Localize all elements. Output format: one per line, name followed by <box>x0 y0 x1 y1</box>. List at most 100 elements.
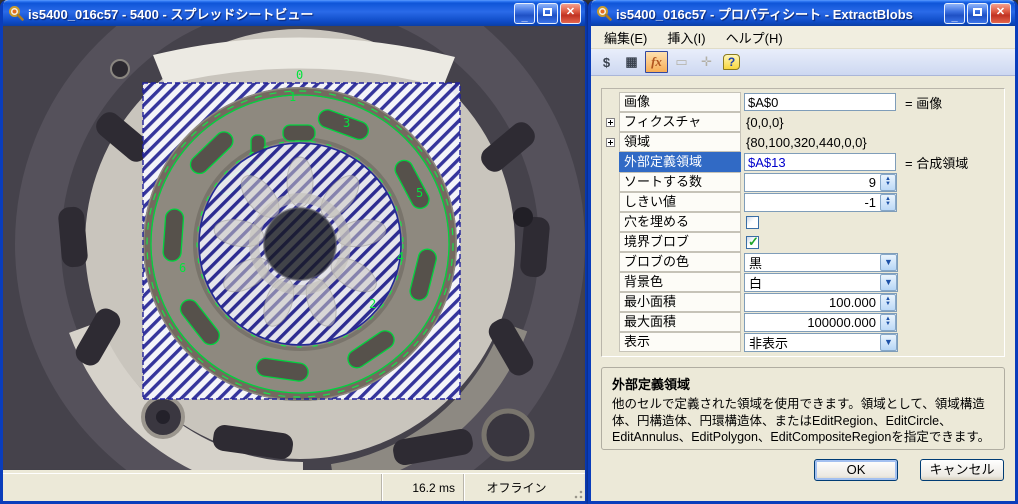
edit-region-icon: ▭ <box>675 54 687 70</box>
number-input[interactable] <box>745 174 880 191</box>
clutch-image: 0135462 <box>3 26 585 470</box>
property-row-9[interactable]: 背景色白▼ <box>602 272 1004 292</box>
property-value: ▲▼ <box>741 193 1004 212</box>
spinner-buttons[interactable]: ▲▼ <box>880 174 896 191</box>
property-value: ▲▼ <box>741 293 1004 312</box>
checkbox[interactable] <box>746 236 759 249</box>
left-titlebar[interactable]: is5400_016c57 - 5400 - スプレッドシートビュー _ ✕ <box>3 0 585 26</box>
number-field: ▲▼ <box>744 193 897 212</box>
close-button[interactable]: ✕ <box>990 3 1011 24</box>
menu-bar: 編集(E)挿入(I)ヘルプ(H) <box>591 26 1015 49</box>
offline-status: オフライン <box>486 479 546 496</box>
edit-region-button: ▭ <box>670 51 693 73</box>
dropdown-value: 黒 <box>745 253 880 272</box>
checkbox[interactable] <box>746 216 759 229</box>
expand-icon[interactable] <box>606 118 615 127</box>
status-message-panel <box>3 474 381 501</box>
property-label: 境界ブロブ <box>619 232 741 252</box>
property-value: ▲▼ <box>741 313 1004 332</box>
property-row-8[interactable]: ブロブの色黒▼ <box>602 252 1004 272</box>
cell-reference-input[interactable] <box>744 153 896 171</box>
spinner-buttons[interactable]: ▲▼ <box>880 314 896 331</box>
help-button[interactable]: ? <box>720 51 743 73</box>
property-row-2[interactable]: 領域{80,100,320,440,0,0} <box>602 132 1004 152</box>
menu-item-help[interactable]: ヘルプ(H) <box>717 26 792 49</box>
mode-panel: オフライン <box>463 474 569 501</box>
blob-label-2: 2 <box>369 297 376 311</box>
right-window-title: is5400_016c57 - プロパティシート - ExtractBlobs <box>616 4 944 23</box>
number-field: ▲▼ <box>744 173 897 192</box>
blob-label-0: 0 <box>296 68 303 82</box>
expand-view-icon: ✛ <box>701 54 712 70</box>
cell-reference-input[interactable] <box>744 93 896 111</box>
resize-grip[interactable] <box>569 474 585 501</box>
static-value: {0,0,0} <box>744 115 784 130</box>
dropdown[interactable]: 白▼ <box>744 273 898 292</box>
minimize-button[interactable]: _ <box>514 3 535 24</box>
number-input[interactable] <box>745 194 880 211</box>
property-label: ソートする数 <box>619 172 741 192</box>
property-row-6[interactable]: 穴を埋める <box>602 212 1004 232</box>
spreadsheet-view-window: is5400_016c57 - 5400 - スプレッドシートビュー _ ✕ <box>0 0 588 504</box>
blob-label-3: 3 <box>343 116 350 130</box>
property-value: 黒▼ <box>741 253 1004 272</box>
property-row-12[interactable]: 表示非表示▼ <box>602 332 1004 352</box>
dropdown[interactable]: 黒▼ <box>744 253 898 272</box>
spreadsheet-grid-button[interactable]: ▦ <box>620 51 643 73</box>
number-field: ▲▼ <box>744 293 897 312</box>
timing-panel: 16.2 ms <box>381 474 463 501</box>
property-row-4[interactable]: ソートする数 ▲▼ <box>602 172 1004 192</box>
dropdown[interactable]: 非表示▼ <box>744 333 898 352</box>
row-gutter <box>602 118 619 127</box>
insert-function-button[interactable]: fx <box>645 51 668 73</box>
ok-button[interactable]: OK <box>814 459 898 481</box>
number-input[interactable] <box>745 314 880 331</box>
minimize-button[interactable]: _ <box>944 3 965 24</box>
maximize-button[interactable] <box>967 3 988 24</box>
menu-item-edit[interactable]: 編集(E) <box>595 26 656 49</box>
expand-icon[interactable] <box>606 138 615 147</box>
spinner-buttons[interactable]: ▲▼ <box>880 194 896 211</box>
property-value: 非表示▼ <box>741 333 1004 352</box>
property-sheet-window: is5400_016c57 - プロパティシート - ExtractBlobs … <box>588 0 1018 504</box>
close-button[interactable]: ✕ <box>560 3 581 24</box>
row-gutter <box>602 138 619 147</box>
property-grid: 画像= 画像フィクスチャ{0,0,0}領域{80,100,320,440,0,0… <box>601 88 1005 357</box>
expand-view-button: ✛ <box>695 51 718 73</box>
property-row-1[interactable]: フィクスチャ{0,0,0} <box>602 112 1004 132</box>
property-row-3[interactable]: 外部定義領域 = 合成領域 <box>602 152 1004 172</box>
magnifier-icon <box>8 5 24 21</box>
property-row-11[interactable]: 最大面積 ▲▼ <box>602 312 1004 332</box>
property-row-10[interactable]: 最小面積▲▼ <box>602 292 1004 312</box>
property-row-5[interactable]: しきい値▲▼ <box>602 192 1004 212</box>
vision-image-canvas[interactable]: 0135462 <box>3 26 585 470</box>
property-label: 最大面積 <box>619 312 741 332</box>
property-value: {0,0,0} <box>741 115 1004 130</box>
property-row-7[interactable]: 境界ブロブ <box>602 232 1004 252</box>
chevron-down-icon[interactable]: ▼ <box>880 254 897 271</box>
status-bar: 16.2 ms オフライン <box>3 473 585 501</box>
spinner-buttons[interactable]: ▲▼ <box>880 294 896 311</box>
result-suffix: = 合成領域 <box>905 153 968 172</box>
property-label: 表示 <box>619 332 741 352</box>
description-panel: 外部定義領域 他のセルで定義された領域を使用できます。領域として、領域構造体、円… <box>601 367 1005 450</box>
property-row-0[interactable]: 画像= 画像 <box>602 92 1004 112</box>
chevron-down-icon[interactable]: ▼ <box>880 334 897 351</box>
number-input[interactable] <box>745 294 880 311</box>
property-label: 外部定義領域 <box>619 152 741 172</box>
property-value: 白▼ <box>741 273 1004 292</box>
blob-label-1: 1 <box>289 90 296 104</box>
property-label: 領域 <box>619 132 741 152</box>
blob-label-6: 6 <box>179 261 186 275</box>
property-value: = 画像 <box>741 93 1004 112</box>
menu-item-insert[interactable]: 挿入(I) <box>658 26 714 49</box>
right-titlebar[interactable]: is5400_016c57 - プロパティシート - ExtractBlobs … <box>591 0 1015 26</box>
property-label: 穴を埋める <box>619 212 741 232</box>
cancel-button[interactable]: キャンセル <box>920 459 1004 481</box>
chevron-down-icon[interactable]: ▼ <box>880 274 897 291</box>
description-title: 外部定義領域 <box>612 374 994 393</box>
maximize-button[interactable] <box>537 3 558 24</box>
absolute-reference-button[interactable]: $ <box>595 51 618 73</box>
left-window-title: is5400_016c57 - 5400 - スプレッドシートビュー <box>28 4 514 23</box>
toolbar: $▦fx ▭ ✛? <box>591 49 1015 76</box>
